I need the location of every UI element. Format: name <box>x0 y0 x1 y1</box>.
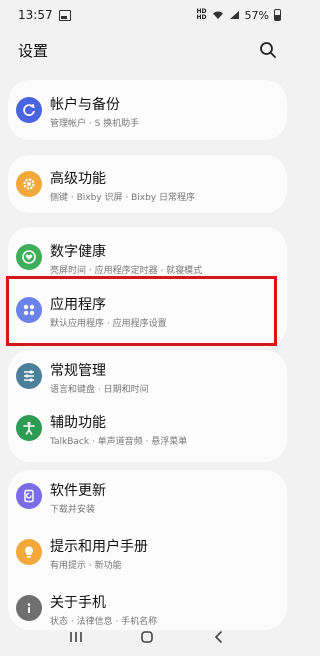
item-subtitle: 亮屏时间 · 应用程序定时器 · 就寝模式 <box>50 266 203 276</box>
item-title: 数字健康 <box>50 244 106 260</box>
settings-card-advanced: 高级功能 侧键 · Bixby 识屏 · Bixby 日常程序 <box>8 155 287 213</box>
home-button[interactable] <box>137 627 157 647</box>
item-subtitle: 默认应用程序 · 应用程序设置 <box>50 319 167 329</box>
settings-item-apps[interactable]: 应用程序 默认应用程序 · 应用程序设置 <box>8 284 287 336</box>
heart-circle-icon <box>16 244 42 270</box>
settings-item-general[interactable]: 常规管理 语言和键盘 · 日期和时间 <box>8 350 287 402</box>
navigation-bar <box>0 618 295 656</box>
item-subtitle: 管理帐户 · S 换机助手 <box>50 119 140 129</box>
home-icon <box>141 631 154 643</box>
signal-icon <box>229 11 239 19</box>
settings-item-tips[interactable]: 提示和用户手册 有用提示 · 新功能 <box>8 526 287 578</box>
battery-icon <box>274 9 281 21</box>
item-title: 常规管理 <box>50 363 106 379</box>
page-title: 设置 <box>18 41 49 60</box>
wifi-icon <box>212 11 223 19</box>
sliders-icon <box>16 363 42 389</box>
item-subtitle: 语言和键盘 · 日期和时间 <box>50 385 149 395</box>
item-subtitle: 侧键 · Bixby 识屏 · Bixby 日常程序 <box>50 193 195 203</box>
item-title: 提示和用户手册 <box>50 539 148 555</box>
update-icon <box>16 483 42 509</box>
settings-item-update[interactable]: 软件更新 下载并安装 <box>8 470 287 522</box>
back-icon <box>215 631 222 643</box>
settings-item-advanced[interactable]: 高级功能 侧键 · Bixby 识屏 · Bixby 日常程序 <box>8 158 287 210</box>
item-subtitle: 有用提示 · 新功能 <box>50 561 122 571</box>
item-title: 软件更新 <box>50 483 106 499</box>
account-backup-icon <box>16 97 42 123</box>
item-title: 高级功能 <box>50 171 106 187</box>
item-subtitle: TalkBack · 单声道音频 · 悬浮菜单 <box>50 437 188 447</box>
item-title: 应用程序 <box>50 297 106 313</box>
item-title: 辅助功能 <box>50 415 106 431</box>
status-left: 13:57 <box>18 8 71 22</box>
item-title: 帐户与备份 <box>50 97 120 113</box>
status-bar: 13:57 HD HD 57% <box>0 0 295 30</box>
back-button[interactable] <box>209 627 229 647</box>
status-time: 13:57 <box>18 8 53 22</box>
accessibility-icon <box>16 415 42 441</box>
battery-percent: 57% <box>244 8 269 22</box>
settings-item-accessibility[interactable]: 辅助功能 TalkBack · 单声道音频 · 悬浮菜单 <box>8 402 287 454</box>
bulb-icon <box>16 539 42 565</box>
header: 设置 <box>0 30 295 70</box>
recent-apps-icon <box>70 632 82 642</box>
settings-card-accounts: 帐户与备份 管理帐户 · S 换机助手 <box>8 80 287 140</box>
settings-card-wellbeing-apps: 数字健康 亮屏时间 · 应用程序定时器 · 就寝模式 应用程序 默认应用程序 ·… <box>8 227 287 347</box>
recent-apps-button[interactable] <box>66 627 86 647</box>
settings-card-system: 软件更新 下载并安装 提示和用户手册 有用提示 · 新功能 关于手机 状态 · … <box>8 470 287 630</box>
hd-icon: HD HD <box>196 8 207 21</box>
gear-star-icon <box>16 171 42 197</box>
search-icon[interactable] <box>259 41 277 59</box>
settings-card-general: 常规管理 语言和键盘 · 日期和时间 辅助功能 TalkBack · 单声道音频… <box>8 350 287 462</box>
image-notification-icon <box>58 9 71 21</box>
settings-item-wellbeing[interactable]: 数字健康 亮屏时间 · 应用程序定时器 · 就寝模式 <box>8 231 287 283</box>
item-title: 关于手机 <box>50 595 106 611</box>
item-subtitle: 下载并安装 <box>50 505 96 515</box>
apps-grid-icon <box>16 297 42 323</box>
settings-item-accounts[interactable]: 帐户与备份 管理帐户 · S 换机助手 <box>8 84 287 136</box>
status-right: HD HD 57% <box>197 9 281 22</box>
